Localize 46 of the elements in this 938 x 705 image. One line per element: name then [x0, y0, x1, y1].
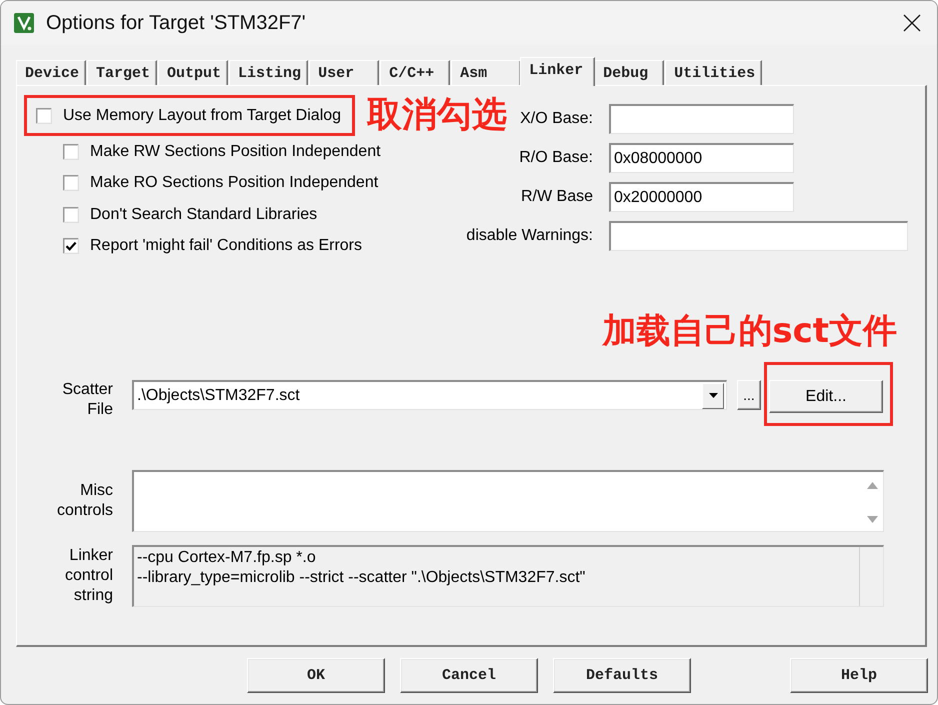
checkbox[interactable]	[63, 206, 79, 223]
checkbox-label: Make RO Sections Position Independent	[90, 174, 378, 192]
text-field[interactable]	[609, 104, 794, 134]
field-label: disable Warnings:	[466, 227, 593, 245]
field-label: R/W Base	[520, 188, 593, 206]
tab[interactable]: User	[309, 60, 380, 85]
linker-command-field[interactable]: --cpu Cortex-M7.fp.sp *.o --library_type=microlib --strict --scatter ".\Objects\STM32F7.sct"	[132, 545, 884, 607]
tab[interactable]: Debug	[594, 60, 664, 85]
text-field[interactable]: 0x20000000	[609, 182, 794, 212]
tab[interactable]: Listing	[229, 60, 308, 85]
dropdown-field[interactable]: .\Objects\STM32F7.sct	[132, 380, 727, 410]
text-field[interactable]: 0x08000000	[609, 143, 794, 173]
dialog-button[interactable]: Help	[790, 658, 928, 693]
dropdown-button[interactable]	[702, 382, 724, 408]
tab[interactable]: Device	[16, 60, 86, 85]
tab[interactable]: Asm	[451, 60, 522, 85]
tab[interactable]: Utilities	[665, 60, 762, 85]
annotation-text: 取消勾选	[367, 95, 508, 135]
tab[interactable]: C/C++	[380, 60, 450, 85]
checkbox[interactable]	[63, 144, 79, 160]
checkbox[interactable]	[63, 175, 79, 192]
window-title: Options for Target 'STM32F7'	[46, 12, 306, 34]
field-label: X/O Base:	[520, 110, 593, 128]
app-logo-icon	[14, 13, 34, 33]
tab[interactable]: Output	[158, 60, 228, 85]
scroll-up-icon[interactable]	[866, 482, 878, 489]
checkbox-label: Use Memory Layout from Target Dialog	[63, 106, 342, 124]
checkbox-label: Don't Search Standard Libraries	[90, 206, 318, 224]
tab[interactable]: Target	[87, 60, 158, 85]
field-label: Misc controls	[56, 481, 113, 521]
field-label: Linker control string	[64, 546, 113, 606]
scroll-down-icon[interactable]	[866, 516, 878, 523]
checkbox[interactable]	[63, 238, 79, 254]
checkbox-label: Report 'might fail' Conditions as Errors	[90, 237, 362, 256]
text-field[interactable]	[609, 221, 908, 251]
checkbox-label: Make RW Sections Position Independent	[90, 142, 381, 161]
tab[interactable]: Linker	[520, 57, 596, 86]
browse-button[interactable]: ...	[737, 380, 761, 410]
field-label: R/O Base:	[519, 149, 593, 167]
checkbox[interactable]	[36, 108, 52, 124]
caret-down-icon[interactable]	[708, 393, 718, 398]
annotation-text: 加载自己的sct文件	[602, 313, 897, 350]
field-label: Scatter File	[61, 380, 113, 420]
text-area-field[interactable]	[132, 470, 884, 532]
close-icon[interactable]	[903, 14, 921, 32]
edit-button[interactable]: Edit...	[769, 380, 883, 413]
